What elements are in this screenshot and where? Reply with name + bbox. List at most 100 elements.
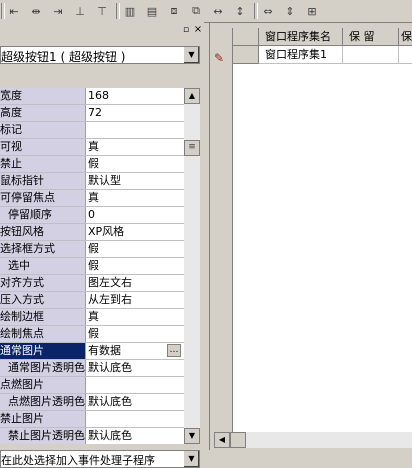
property-row[interactable]: 禁止图片透明色 默认底色	[0, 428, 184, 444]
property-name: 禁止	[0, 156, 86, 172]
event-selector-value: 在此处选择加入事件处理子程序	[1, 454, 155, 467]
property-row[interactable]: 通常图片 有数据…	[0, 343, 184, 360]
property-row[interactable]: 可停留焦点真	[0, 190, 184, 207]
property-row[interactable]: 按钮风格 XP风格	[0, 224, 184, 241]
object-selector[interactable]: 超级按钮1 ( 超级按钮 ) ▼	[0, 46, 200, 64]
property-grid: 宽度 168 高度 72 标记 可视真禁止假鼠标指针 默认型 可停留焦点真停留顺序 0 按钮风格 X…	[0, 88, 184, 444]
property-row[interactable]: 选中假	[0, 258, 184, 275]
same-height-icon[interactable]: ↕	[231, 2, 249, 20]
property-row[interactable]: 点燃图片	[0, 377, 184, 394]
panel-divider[interactable]	[209, 22, 210, 450]
property-row[interactable]: 对齐方式 图左文右	[0, 275, 184, 292]
property-name: 按钮风格	[0, 224, 86, 240]
property-row[interactable]: 禁止图片	[0, 411, 184, 428]
same-height-icon-2[interactable]: ⇕	[281, 2, 299, 20]
center-horizontal-icon[interactable]: ▥	[121, 2, 139, 20]
property-row[interactable]: 鼠标指针 默认型	[0, 173, 184, 190]
property-value[interactable]: 72	[88, 105, 184, 121]
align-top-icon[interactable]: ⊤	[93, 2, 111, 20]
toolbar-separator	[116, 3, 120, 19]
alignment-toolbar: ⇤ ⇹ ⇥ ⊥ ⊤ ▥ ▤ ⧈ ⧉ ↔ ↕ ⇔ ⇕ ⊞	[0, 0, 412, 23]
same-size-icon[interactable]: ⇔	[259, 2, 277, 20]
property-name: 禁止图片	[0, 411, 86, 427]
property-value[interactable]: 假	[88, 241, 184, 257]
property-name: 绘制焦点	[0, 326, 86, 342]
ellipsis-button[interactable]: …	[167, 344, 181, 357]
property-row[interactable]: 高度 72	[0, 105, 184, 122]
align-right-icon[interactable]: ⇥	[49, 2, 67, 20]
horizontal-scrollbar[interactable]: ◀	[214, 432, 412, 448]
property-row[interactable]: 绘制边框真	[0, 309, 184, 326]
table-header: 保	[399, 28, 412, 46]
property-value[interactable]: 假	[88, 326, 184, 342]
grid-icon[interactable]: ⊞	[303, 2, 321, 20]
property-value[interactable]: 真	[88, 190, 184, 206]
table-header: 窗口程序集名	[259, 28, 343, 46]
property-name: 标记	[0, 122, 86, 138]
object-selector-value: 超级按钮1 ( 超级按钮 )	[1, 50, 126, 64]
table-cell[interactable]	[343, 46, 399, 64]
property-name: 点燃图片	[0, 377, 86, 393]
property-value[interactable]: 假	[88, 258, 184, 274]
property-value[interactable]: 168	[88, 88, 184, 104]
property-row[interactable]: 通常图片透明色 默认底色	[0, 360, 184, 377]
scroll-thumb[interactable]: ≡	[184, 140, 200, 156]
scroll-down-icon[interactable]: ▼	[184, 428, 200, 444]
space-horizontal-icon[interactable]: ⧈	[165, 2, 183, 20]
align-bottom-icon[interactable]: ⊥	[71, 2, 89, 20]
property-row[interactable]: 停留顺序 0	[0, 207, 184, 224]
property-value[interactable]	[88, 411, 184, 427]
property-value[interactable]: 0	[88, 207, 184, 223]
property-value[interactable]: 默认底色	[88, 428, 184, 444]
property-row[interactable]: 压入方式 从左到右	[0, 292, 184, 309]
table-cell[interactable]: 窗口程序集1	[259, 46, 343, 64]
chevron-down-icon[interactable]: ▼	[183, 451, 199, 467]
chevron-down-icon[interactable]: ▼	[183, 47, 199, 63]
property-value[interactable]: 真	[88, 139, 184, 155]
pin-icon[interactable]: ▫	[181, 25, 191, 35]
property-value[interactable]	[88, 377, 184, 393]
property-value[interactable]: 从左到右	[88, 292, 184, 308]
align-left-icon[interactable]: ⇤	[5, 2, 23, 20]
property-row[interactable]: 可视真	[0, 139, 184, 156]
panel-title-bar: ▫ ×	[0, 24, 204, 38]
close-icon[interactable]: ×	[193, 25, 203, 35]
center-vertical-icon[interactable]: ▤	[143, 2, 161, 20]
property-name: 通常图片	[0, 343, 86, 359]
property-row[interactable]: 点燃图片透明色 默认底色	[0, 394, 184, 411]
property-value[interactable]: 默认型	[88, 173, 184, 189]
table-header: 保 留	[343, 28, 399, 46]
property-row[interactable]: 绘制焦点假	[0, 326, 184, 343]
property-name: 选择框方式	[0, 241, 86, 257]
scroll-up-icon[interactable]: ▲	[184, 88, 200, 104]
property-name: 对齐方式	[0, 275, 86, 291]
property-name: 压入方式	[0, 292, 86, 308]
property-value[interactable]: XP风格	[88, 224, 184, 240]
property-name: 宽度	[0, 88, 86, 104]
table-cell[interactable]	[399, 46, 412, 64]
code-table: 窗口程序集名 保 留 保 窗口程序集1	[232, 28, 412, 432]
event-selector[interactable]: 在此处选择加入事件处理子程序 ▼	[0, 450, 200, 468]
property-row[interactable]: 选择框方式假	[0, 241, 184, 258]
property-name: 选中	[0, 258, 86, 274]
align-center-icon[interactable]: ⇹	[27, 2, 45, 20]
property-row[interactable]: 宽度 168	[0, 88, 184, 105]
property-value[interactable]: 默认底色	[88, 394, 184, 410]
property-value[interactable]	[88, 122, 184, 138]
property-name: 绘制边框	[0, 309, 86, 325]
property-name: 鼠标指针	[0, 173, 86, 189]
property-scrollbar[interactable]: ▲ ≡ ▼	[184, 88, 200, 444]
scroll-thumb[interactable]	[230, 432, 246, 448]
property-name: 高度	[0, 105, 86, 121]
property-name: 可停留焦点	[0, 190, 86, 206]
space-vertical-icon[interactable]: ⧉	[187, 2, 205, 20]
property-value[interactable]: 真	[88, 309, 184, 325]
table-corner	[233, 28, 259, 46]
property-row[interactable]: 标记	[0, 122, 184, 139]
property-row[interactable]: 禁止假	[0, 156, 184, 173]
same-width-icon[interactable]: ↔	[209, 2, 227, 20]
scroll-left-icon[interactable]: ◀	[214, 432, 230, 448]
property-value[interactable]: 默认底色	[88, 360, 184, 376]
property-value[interactable]: 图左文右	[88, 275, 184, 291]
property-value[interactable]: 假	[88, 156, 184, 172]
